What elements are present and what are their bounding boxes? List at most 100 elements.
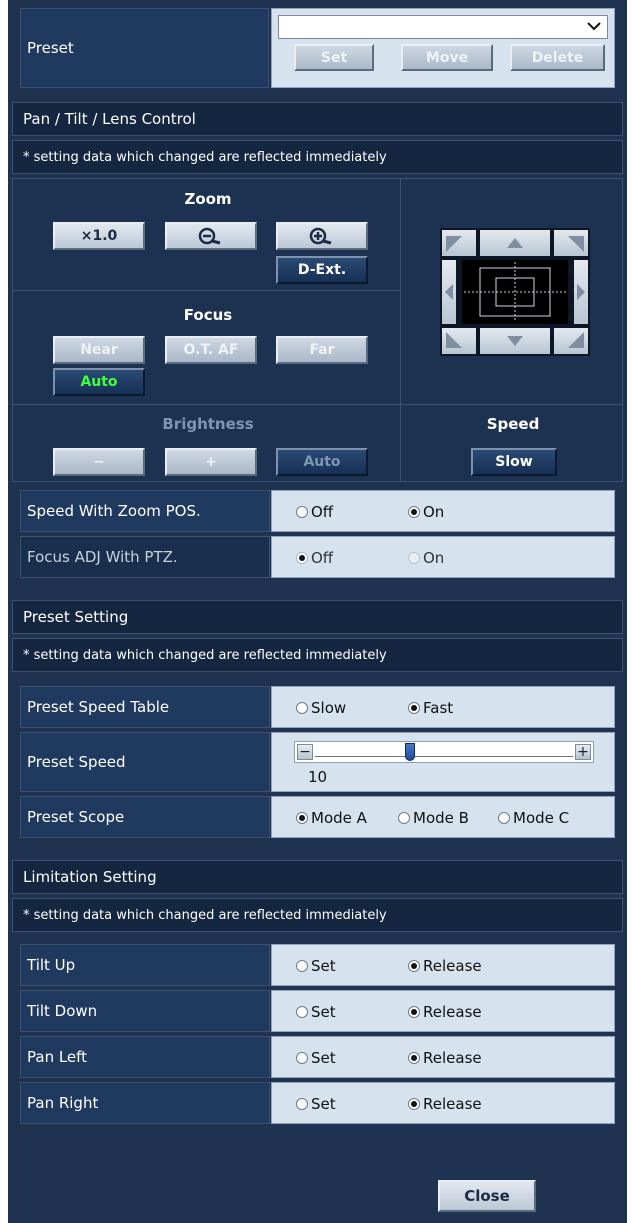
radio-selected-icon bbox=[408, 1006, 420, 1018]
slider-thumb[interactable] bbox=[405, 743, 416, 761]
radio-label: Mode B bbox=[413, 809, 469, 827]
preset-speed-table-slow-radio[interactable]: Slow bbox=[296, 699, 346, 717]
speed-with-zoom-control: Off On bbox=[271, 490, 615, 532]
focus-auto-button[interactable]: Auto bbox=[53, 368, 145, 396]
pan-left-release-radio[interactable]: Release bbox=[408, 1049, 482, 1067]
zoom-title: Zoom bbox=[184, 190, 232, 208]
preset-set-button[interactable]: Set bbox=[294, 44, 374, 71]
preset-label-cell: Preset bbox=[20, 8, 269, 88]
radio-label: Fast bbox=[423, 699, 454, 717]
preset-delete-button[interactable]: Delete bbox=[510, 44, 605, 71]
radio-icon bbox=[296, 506, 308, 518]
tilt-up-label: Tilt Up bbox=[27, 956, 76, 974]
tilt-down-set-radio[interactable]: Set bbox=[296, 1003, 336, 1021]
focus-adj-label-cell: Focus ADJ With PTZ. bbox=[20, 536, 270, 578]
radio-icon bbox=[296, 1052, 308, 1064]
pan-left-label: Pan Left bbox=[27, 1048, 88, 1066]
preset-speed-table-fast-radio[interactable]: Fast bbox=[408, 699, 453, 717]
limitation-setting-note: * setting data which changed are reflect… bbox=[12, 898, 623, 932]
grid-divider-vertical bbox=[400, 178, 401, 482]
slider-plus-button[interactable]: + bbox=[575, 744, 591, 760]
radio-icon bbox=[408, 552, 420, 564]
tilt-down-release-radio[interactable]: Release bbox=[408, 1003, 482, 1021]
tilt-down-label: Tilt Down bbox=[27, 1002, 98, 1020]
tilt-up-release-radio[interactable]: Release bbox=[408, 957, 482, 975]
limitation-setting-header: Limitation Setting bbox=[12, 860, 623, 894]
zoom-x1-button[interactable]: ×1.0 bbox=[53, 222, 145, 250]
preset-setting-note: * setting data which changed are reflect… bbox=[12, 638, 623, 672]
pan-left-set-radio[interactable]: Set bbox=[296, 1049, 336, 1067]
radio-label: Off bbox=[311, 549, 334, 567]
radio-icon bbox=[296, 960, 308, 972]
pan-right-release-radio[interactable]: Release bbox=[408, 1095, 482, 1113]
pan-tilt-pad[interactable] bbox=[440, 228, 590, 356]
radio-label: Mode A bbox=[311, 809, 367, 827]
radio-selected-icon bbox=[408, 1098, 420, 1110]
close-button[interactable]: Close bbox=[438, 1180, 536, 1212]
speed-slow-button[interactable]: Slow bbox=[471, 448, 557, 476]
focus-near-button[interactable]: Near bbox=[53, 336, 145, 364]
chevron-down-icon bbox=[587, 22, 601, 31]
radio-selected-icon bbox=[296, 552, 308, 564]
focus-adj-off-radio[interactable]: Off bbox=[296, 549, 333, 567]
dext-button[interactable]: D-Ext. bbox=[276, 256, 368, 284]
radio-label: Set bbox=[311, 1049, 336, 1067]
preset-speed-table-control: Slow Fast bbox=[271, 686, 615, 728]
focus-adj-control: Off On bbox=[271, 536, 615, 578]
zoom-in-button[interactable] bbox=[276, 222, 368, 250]
radio-selected-icon bbox=[408, 506, 420, 518]
speed-with-zoom-label-cell: Speed With Zoom POS. bbox=[20, 490, 270, 532]
tilt-up-set-radio[interactable]: Set bbox=[296, 957, 336, 975]
brightness-minus-button[interactable]: − bbox=[53, 448, 145, 476]
radio-icon bbox=[498, 812, 510, 824]
preset-select[interactable] bbox=[278, 15, 608, 39]
preset-scope-mode-a-radio[interactable]: Mode A bbox=[296, 809, 367, 827]
focus-otaf-button[interactable]: O.T. AF bbox=[165, 336, 257, 364]
pan-tilt-lens-note: * setting data which changed are reflect… bbox=[12, 140, 623, 174]
tilt-up-control: Set Release bbox=[271, 944, 615, 986]
radio-selected-icon bbox=[408, 1052, 420, 1064]
brightness-auto-button[interactable]: Auto bbox=[276, 448, 368, 476]
radio-label: Release bbox=[423, 1003, 482, 1021]
radio-label: Set bbox=[311, 957, 336, 975]
tilt-down-label-cell: Tilt Down bbox=[20, 990, 270, 1032]
radio-label: On bbox=[423, 549, 445, 567]
preset-scope-mode-b-radio[interactable]: Mode B bbox=[398, 809, 469, 827]
zoom-out-button[interactable] bbox=[165, 222, 257, 250]
zoom-in-icon bbox=[309, 227, 332, 245]
tilt-up-label-cell: Tilt Up bbox=[20, 944, 270, 986]
radio-label: Off bbox=[311, 503, 334, 521]
preset-speed-slider[interactable]: − + bbox=[294, 741, 594, 763]
pan-left-control: Set Release bbox=[271, 1036, 615, 1078]
radio-label: On bbox=[423, 503, 445, 521]
preset-speed-table-label-cell: Preset Speed Table bbox=[20, 686, 270, 728]
preset-select-value bbox=[279, 20, 283, 35]
speed-with-zoom-off-radio[interactable]: Off bbox=[296, 503, 333, 521]
radio-label: Release bbox=[423, 1095, 482, 1113]
pan-right-control: Set Release bbox=[271, 1082, 615, 1124]
radio-selected-icon bbox=[296, 812, 308, 824]
preset-scope-mode-c-radio[interactable]: Mode C bbox=[498, 809, 569, 827]
speed-title: Speed bbox=[486, 415, 540, 433]
preset-speed-control: − + 10 bbox=[271, 732, 615, 792]
preset-move-button[interactable]: Move bbox=[401, 44, 493, 71]
radio-label: Set bbox=[311, 1003, 336, 1021]
focus-adj-on-radio[interactable]: On bbox=[408, 549, 444, 567]
radio-icon bbox=[398, 812, 410, 824]
radio-label: Mode C bbox=[513, 809, 570, 827]
slider-minus-button[interactable]: − bbox=[297, 744, 313, 760]
radio-label: Release bbox=[423, 957, 482, 975]
tilt-down-control: Set Release bbox=[271, 990, 615, 1032]
pan-right-set-radio[interactable]: Set bbox=[296, 1095, 336, 1113]
slider-track bbox=[315, 756, 573, 757]
speed-with-zoom-label: Speed With Zoom POS. bbox=[27, 502, 201, 520]
radio-selected-icon bbox=[408, 960, 420, 972]
brightness-plus-button[interactable]: + bbox=[165, 448, 257, 476]
focus-adj-label: Focus ADJ With PTZ. bbox=[27, 548, 178, 566]
preset-scope-label: Preset Scope bbox=[27, 808, 125, 826]
preset-speed-label-cell: Preset Speed bbox=[20, 732, 270, 792]
speed-with-zoom-on-radio[interactable]: On bbox=[408, 503, 444, 521]
focus-far-button[interactable]: Far bbox=[276, 336, 368, 364]
pan-left-label-cell: Pan Left bbox=[20, 1036, 270, 1078]
pan-tilt-pad-graphic bbox=[440, 228, 590, 356]
